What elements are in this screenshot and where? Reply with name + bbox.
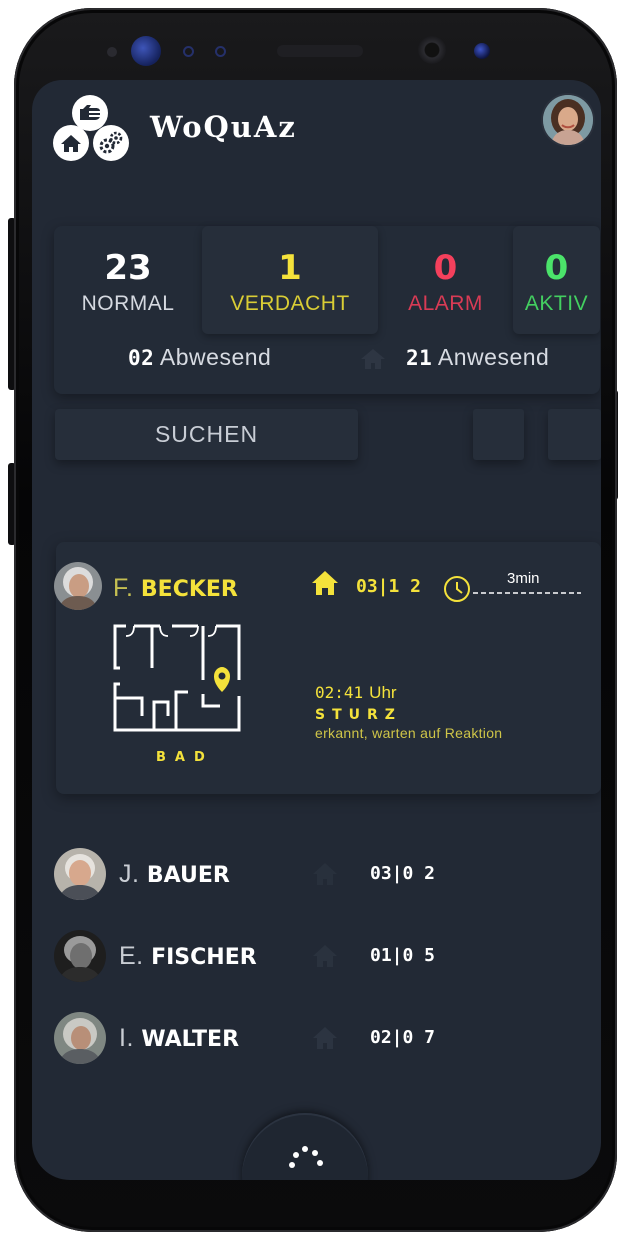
stat-aktiv[interactable]: 0 AKTIV	[513, 226, 600, 334]
alert-resident-initial: F.	[113, 574, 134, 602]
resident-avatar	[54, 1012, 106, 1064]
alert-event-type: STURZ	[315, 707, 402, 723]
stat-aktiv-label: AKTIV	[524, 292, 589, 315]
stat-alarm-value: 0	[433, 248, 458, 288]
resident-avatar	[54, 930, 106, 982]
resident-lastname: BAUER	[146, 863, 230, 888]
stat-aktiv-value: 0	[544, 248, 569, 288]
filter-button[interactable]	[473, 409, 524, 460]
resident-lastname: FISCHER	[151, 945, 257, 970]
app-screen: WoQuAz 23 NORMAL 1 VERDACHT 0 ALARM 0 AK…	[32, 80, 601, 1180]
home-icon	[313, 945, 337, 967]
resident-room-code: 03|0 2	[370, 863, 436, 884]
alert-room-code: 03|1 2	[356, 576, 422, 597]
speaker-grille	[277, 45, 363, 57]
sensor-ring	[183, 46, 194, 57]
front-camera	[418, 36, 446, 64]
sensor-ring	[215, 46, 226, 57]
alert-resident-name: F. BECKER	[113, 574, 238, 603]
floorplan	[113, 624, 241, 732]
dots-arc-icon	[289, 1146, 323, 1168]
absent-count[interactable]: 02 Abwesend	[128, 344, 271, 371]
resident-row[interactable]: J. BAUER 03|0 2	[54, 848, 594, 904]
resident-row[interactable]: I. WALTER 02|0 7	[54, 1012, 594, 1068]
home-icon	[361, 349, 385, 369]
gears-icon	[93, 125, 129, 161]
resident-name: I. WALTER	[119, 1024, 239, 1053]
sensor-dot	[107, 47, 117, 57]
timer-text: 3min	[507, 570, 540, 587]
stat-verdacht[interactable]: 1 VERDACHT	[202, 226, 378, 334]
resident-name: E. FISCHER	[119, 942, 257, 971]
sensor-lens	[474, 43, 490, 59]
filter-button[interactable]	[548, 409, 601, 460]
absent-label: Abwesend	[159, 344, 272, 370]
alert-event-description: erkannt, warten auf Reaktion	[315, 725, 503, 741]
status-summary: 23 NORMAL 1 VERDACHT 0 ALARM 0 AKTIV 02 …	[54, 226, 600, 394]
clock-icon	[444, 576, 470, 602]
home-icon	[53, 125, 89, 161]
absent-value: 02	[128, 346, 155, 370]
stat-normal-value: 23	[104, 248, 152, 288]
timer-line	[473, 592, 581, 594]
search-button[interactable]: SUCHEN	[55, 409, 358, 460]
stat-normal[interactable]: 23 NORMAL	[54, 226, 202, 334]
resident-initial: J.	[119, 860, 140, 888]
resident-lastname: WALTER	[141, 1027, 240, 1052]
alert-room-name: BAD	[156, 750, 214, 765]
stat-verdacht-label: VERDACHT	[230, 292, 350, 315]
home-icon	[313, 863, 337, 885]
resident-room-code: 02|0 7	[370, 1027, 436, 1048]
alert-resident-lastname: BECKER	[140, 577, 238, 602]
resident-initial: E.	[119, 942, 144, 970]
home-icon	[312, 571, 338, 595]
alert-event-time: 02:41 Uhr	[315, 683, 397, 703]
alert-card[interactable]: F. BECKER 03|1 2 3min BAD 02:41 Uhr STUR…	[54, 542, 601, 794]
sensor-lens	[131, 36, 161, 66]
search-label: SUCHEN	[154, 421, 259, 447]
present-label: Anwesend	[437, 344, 550, 370]
app-logo[interactable]	[53, 95, 131, 161]
resident-initial: I.	[119, 1024, 134, 1052]
present-value: 21	[406, 346, 433, 370]
home-icon	[313, 1027, 337, 1049]
resident-name: J. BAUER	[119, 860, 230, 889]
app-title: WoQuAz	[150, 110, 297, 144]
location-pin-icon	[214, 667, 230, 692]
stat-normal-label: NORMAL	[81, 292, 175, 315]
stat-alarm-label: ALARM	[408, 292, 483, 315]
alert-event-time-unit: Uhr	[369, 683, 397, 702]
timer: 3min	[442, 570, 587, 606]
user-avatar[interactable]	[543, 95, 593, 145]
alert-event-time-value: 02:41	[315, 683, 364, 702]
resident-room-code: 01|0 5	[370, 945, 436, 966]
resident-avatar	[54, 562, 102, 610]
menu-button[interactable]	[242, 1113, 368, 1180]
resident-row[interactable]: E. FISCHER 01|0 5	[54, 930, 594, 986]
stat-verdacht-value: 1	[278, 248, 302, 288]
stat-alarm[interactable]: 0 ALARM	[378, 226, 513, 334]
resident-avatar	[54, 848, 106, 900]
present-count[interactable]: 21 Anwesend	[406, 344, 549, 371]
